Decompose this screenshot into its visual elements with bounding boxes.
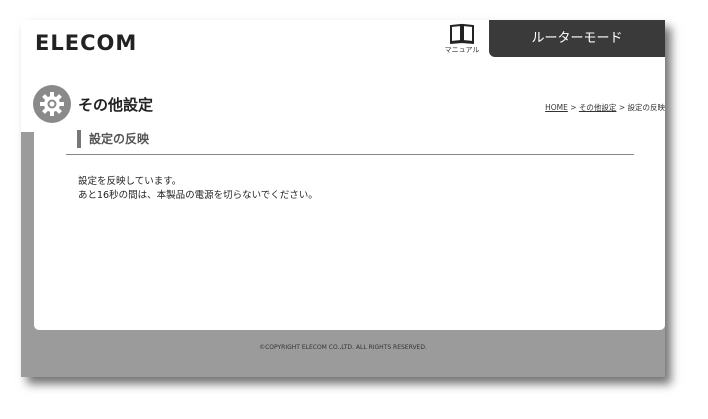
header: ELECOM マニュアル ルーターモード (21, 20, 665, 64)
router-admin-window: ELECOM マニュアル ルーターモード その他設定 HOME > その他設定 … (21, 20, 665, 377)
breadcrumb: HOME > その他設定 > 設定の反映 (545, 102, 665, 113)
breadcrumb-current: 設定の反映 (627, 103, 666, 112)
main-content: その他設定 HOME > その他設定 > 設定の反映 設定の反映 設定を反映して… (33, 64, 665, 330)
footer-copyright: ©COPYRIGHT ELECOM CO.,LTD. ALL RIGHTS RE… (259, 344, 427, 351)
section-title: 設定の反映 (77, 130, 149, 148)
section-divider (66, 154, 634, 155)
status-message-line: あと16秒の間は、本製品の電源を切らないでください。 (78, 190, 318, 201)
manual-label: マニュアル (444, 46, 480, 54)
settings-title-icon (33, 85, 71, 123)
breadcrumb-home-link[interactable]: HOME (545, 103, 568, 112)
breadcrumb-separator: > (616, 103, 628, 112)
breadcrumb-other-settings-link[interactable]: その他設定 (579, 103, 617, 112)
breadcrumb-separator: > (567, 103, 579, 112)
gear-icon (40, 92, 64, 116)
elecom-logo: ELECOM (35, 31, 138, 55)
manual-link[interactable]: マニュアル (436, 23, 488, 61)
status-message-line: 設定を反映しています。 (78, 176, 182, 187)
router-mode-badge: ルーターモード (489, 20, 665, 57)
status-message: 設定を反映しています。 あと16秒の間は、本製品の電源を切らないでください。 (78, 175, 318, 203)
page-title: その他設定 (78, 96, 154, 114)
book-icon (449, 23, 475, 44)
